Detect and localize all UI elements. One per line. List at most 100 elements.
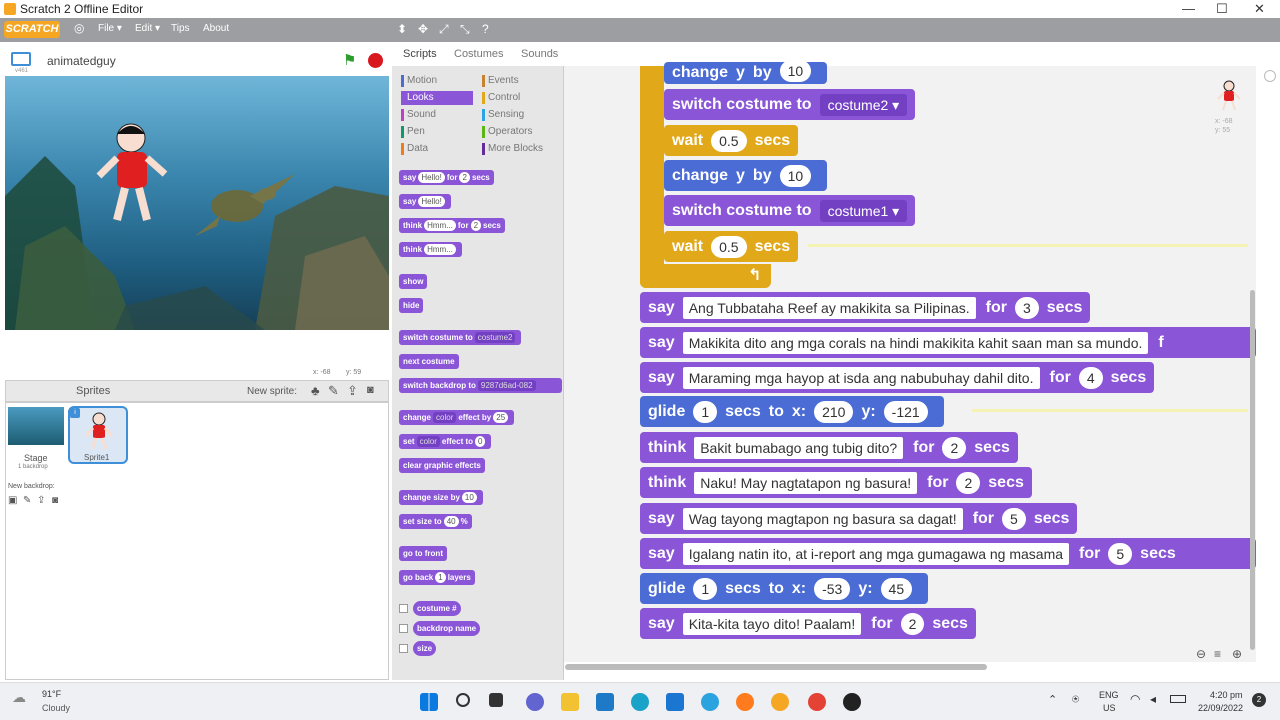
tab-sounds[interactable]: Sounds [521,48,558,60]
scratch-logo[interactable]: SCRATCH [4,21,60,38]
tab-costumes[interactable]: Costumes [454,48,504,60]
category-operators[interactable]: Operators [482,125,552,139]
scripts-vertical-scrollbar[interactable] [1250,290,1255,650]
sprite-character[interactable] [93,120,173,230]
backdrop-library-icon[interactable]: ▣ [8,495,17,506]
help-tool-icon[interactable]: ? [482,22,489,36]
file-menu[interactable]: File ▾ [98,23,122,34]
stage-canvas[interactable] [5,76,389,330]
script-say-block[interactable]: say Makikita dito ang mga corals na hindi… [640,327,1256,358]
telegram-icon[interactable] [701,693,719,711]
globe-icon[interactable]: ◎ [74,21,84,35]
upload-backdrop-icon[interactable]: ⇪ [37,495,45,506]
script-say-block[interactable]: say Kita-kita tayo dito! Paalam! for 2 secs [640,608,976,639]
chat-icon[interactable] [526,693,544,711]
script-wait-block[interactable]: wait 0.5 secs [664,231,799,262]
category-motion[interactable]: Motion [401,74,471,88]
scratch-taskbar-icon[interactable] [771,693,789,711]
edit-menu[interactable]: Edit ▾ [135,23,160,34]
firefox-icon[interactable] [736,693,754,711]
costume-dropdown[interactable]: costume2 ▾ [819,93,908,116]
tray-chevron-icon[interactable]: ⌃ [1048,693,1057,706]
stage-thumbnail[interactable] [8,407,64,445]
camera-sprite-icon[interactable]: ◙ [367,384,374,396]
palette-set-effect-block[interactable]: set color effect to 0 [399,434,492,449]
task-view-icon[interactable] [489,693,503,707]
palette-clear-effects-block[interactable]: clear graphic effects [399,458,485,473]
volume-icon[interactable]: ◂ [1150,692,1156,706]
script-change-y-block[interactable]: change y by 10 [664,160,828,191]
costume-dropdown[interactable]: costume1 ▾ [819,199,908,222]
category-more-blocks[interactable]: More Blocks [482,142,558,156]
grow-tool-icon[interactable]: ⤢ [439,22,449,37]
project-name-input[interactable]: animatedguy [47,54,116,68]
delete-tool-icon[interactable]: ✥ [418,22,428,36]
palette-say-for-block[interactable]: say Hello! for 2 secs [399,170,494,185]
lang-label[interactable]: ENG [1099,690,1119,700]
zoom-in-icon[interactable]: ⊕ [1232,647,1242,661]
tips-menu[interactable]: Tips [171,23,190,34]
palette-go-back-block[interactable]: go back 1 layers [399,570,475,585]
palette-think-block[interactable]: think Hmm... [399,242,462,257]
palette-backdrop-name-reporter[interactable]: backdrop name [413,621,481,636]
palette-change-size-block[interactable]: change size by 10 [399,490,483,505]
palette-size-reporter[interactable]: size [413,641,437,656]
paint-sprite-icon[interactable]: ✎ [328,383,339,399]
palette-set-size-block[interactable]: set size to 40% [399,514,472,529]
costume-number-checkbox[interactable] [399,604,408,613]
clock-date[interactable]: 22/09/2022 [1198,703,1243,713]
duplicate-tool-icon[interactable]: ⬍ [397,22,407,36]
paint-backdrop-icon[interactable]: ✎ [23,495,31,506]
battery-icon[interactable] [1170,695,1186,703]
region-label[interactable]: US [1103,703,1116,713]
scripts-horizontal-scrollbar[interactable] [565,664,987,670]
palette-costume-number-reporter[interactable]: costume # [413,601,461,616]
script-glide-block[interactable]: glide 1 secs to x: -53 y: 45 [640,573,929,604]
search-icon[interactable] [456,693,470,707]
palette-show-block[interactable]: show [399,274,428,289]
upload-sprite-icon[interactable]: ⇪ [347,383,358,399]
tab-scripts[interactable]: Scripts [403,48,437,60]
close-button[interactable]: ✕ [1254,1,1265,17]
category-data[interactable]: Data [401,142,471,156]
zoom-out-icon[interactable]: ⊖ [1196,647,1206,661]
script-think-block[interactable]: think Naku! May nagtatapon ng basura! for 2… [640,467,1032,498]
category-events[interactable]: Events [482,74,552,88]
script-change-y-block[interactable]: change y by 10 [664,62,828,84]
file-explorer-icon[interactable] [561,693,579,711]
palette-switch-costume-block[interactable]: switch costume to costume2 [399,330,522,345]
mail-icon[interactable] [666,693,684,711]
script-glide-block[interactable]: glide 1 secs to x: 210 y: -121 [640,396,944,427]
sprite-tile-selected[interactable]: i Sprite1 [68,406,128,464]
sprite-library-icon[interactable]: ♣ [311,383,320,398]
script-switch-costume-block[interactable]: switch costume to costume2 ▾ [664,89,916,120]
category-sensing[interactable]: Sensing [482,108,552,122]
script-think-block[interactable]: think Bakit bumabago ang tubig dito? for 2 s… [640,432,1018,463]
chrome-icon[interactable] [808,693,826,711]
script-say-block[interactable]: say Wag tayong magtapon ng basura sa daga… [640,503,1078,534]
script-wait-block[interactable]: wait 0.5 secs [664,125,799,156]
minimize-button[interactable]: — [1182,1,1195,16]
green-flag-icon[interactable]: ⚑ [343,51,356,69]
category-sound[interactable]: Sound [401,108,471,122]
stop-icon[interactable] [368,53,383,68]
about-menu[interactable]: About [203,23,229,34]
palette-think-for-block[interactable]: think Hmm... for 2 secs [399,218,505,233]
category-looks[interactable]: Looks [401,91,473,105]
maximize-button[interactable]: ☐ [1216,1,1228,17]
palette-go-front-block[interactable]: go to front [399,546,447,561]
microphone-icon[interactable]: ⍟ [1072,692,1079,707]
vscode-icon[interactable] [596,693,614,711]
clock-time[interactable]: 4:20 pm [1210,690,1243,700]
zoom-reset-icon[interactable]: ≡ [1214,647,1221,661]
script-say-block[interactable]: say Maraming mga hayop at isda ang nabubu… [640,362,1155,393]
palette-next-costume-block[interactable]: next costume [399,354,459,369]
palette-switch-backdrop-block[interactable]: switch backdrop to 9287d6ad-082 [399,378,562,393]
script-say-block[interactable]: say Igalang natin ito, at i-report ang mg… [640,538,1256,569]
palette-change-effect-block[interactable]: change color effect by 25 [399,410,515,425]
camera-backdrop-icon[interactable]: ◙ [52,495,58,506]
size-checkbox[interactable] [399,644,408,653]
category-control[interactable]: Control [482,91,552,105]
script-switch-costume-block[interactable]: switch costume to costume1 ▾ [664,195,916,226]
presentation-mode-icon[interactable] [11,52,31,66]
